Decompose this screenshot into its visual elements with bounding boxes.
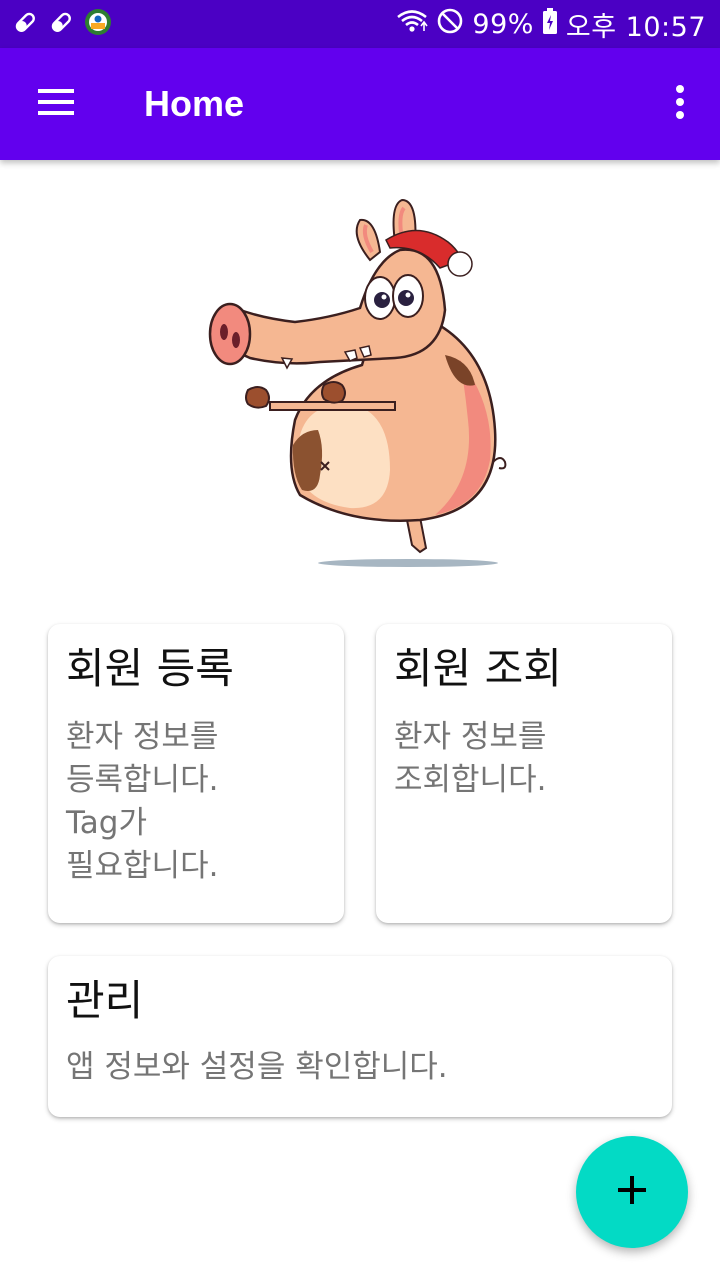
- app-badge-icon: [84, 8, 112, 40]
- status-right: 99% 오후 10:57: [396, 5, 706, 44]
- battery-icon: [542, 7, 558, 42]
- wifi-icon: [396, 8, 429, 41]
- lookup-member-card[interactable]: 회원 조회 환자 정보를 조회합니다.: [376, 624, 672, 923]
- hamburger-menu-icon: [36, 87, 76, 121]
- add-fab-button[interactable]: [576, 1136, 688, 1248]
- hamburger-menu-button[interactable]: [0, 48, 112, 160]
- manage-card[interactable]: 관리 앱 정보와 설정을 확인합니다.: [48, 956, 672, 1117]
- battery-percent: 99%: [472, 8, 534, 40]
- app-bar: Home: [0, 48, 720, 160]
- plus-icon: [617, 1175, 647, 1209]
- do-not-disturb-icon: [436, 7, 464, 42]
- pig-mascot-illustration: [190, 190, 520, 575]
- status-left: [12, 8, 112, 40]
- overflow-menu-button[interactable]: [640, 48, 720, 160]
- card-title: 회원 조회: [394, 644, 562, 693]
- card-title: 관리: [66, 976, 144, 1025]
- card-description: 환자 정보를 조회합니다.: [394, 719, 547, 799]
- more-vert-icon: [674, 84, 686, 124]
- register-member-card[interactable]: 회원 등록 환자 정보를 등록합니다. Tag가 필요합니다.: [48, 624, 344, 923]
- card-description: 환자 정보를 등록합니다. Tag가 필요합니다.: [66, 719, 219, 885]
- page-title: Home: [144, 83, 245, 124]
- pill-icon: [12, 9, 38, 39]
- card-title: 회원 등록: [66, 644, 234, 693]
- card-description: 앱 정보와 설정을 확인합니다.: [66, 1049, 448, 1086]
- status-bar: 99% 오후 10:57: [0, 0, 720, 48]
- pill-icon: [48, 9, 74, 39]
- clock: 오후 10:57: [565, 11, 706, 43]
